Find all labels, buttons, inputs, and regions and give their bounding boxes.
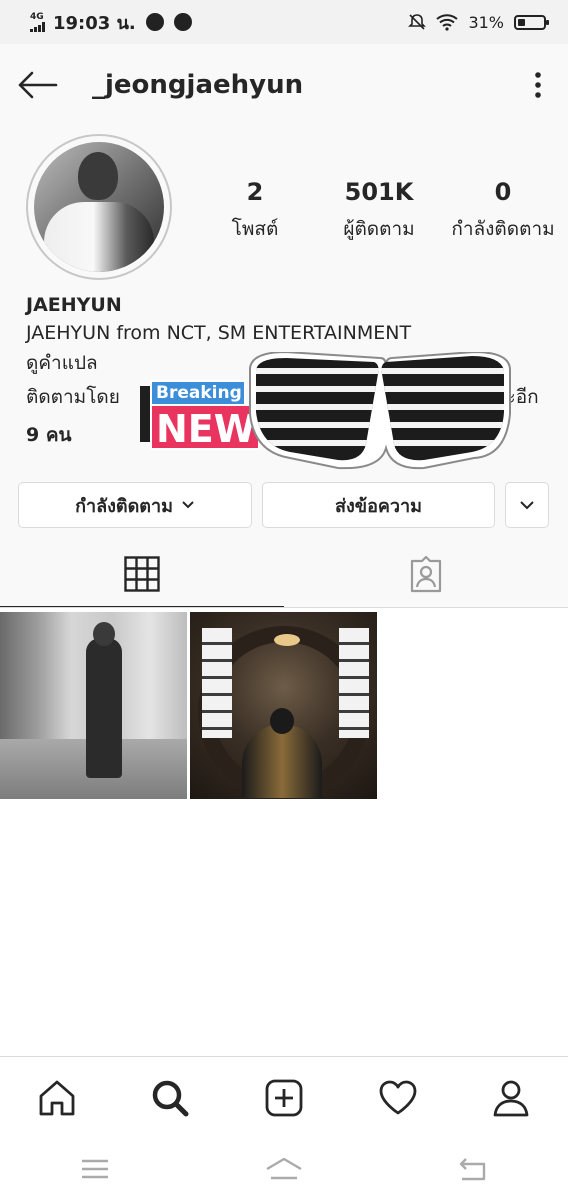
posts-grid: [0, 612, 568, 799]
post-thumbnail[interactable]: [190, 612, 377, 799]
search-icon: [153, 1080, 189, 1117]
nav-activity[interactable]: [341, 1057, 455, 1139]
bottom-navigation: [0, 1056, 568, 1138]
add-post-icon: [265, 1079, 303, 1117]
tab-tagged[interactable]: [284, 540, 568, 608]
news-label: NEWS: [150, 404, 260, 450]
profile-header: _jeongjaehyun: [0, 44, 568, 126]
posts-stat[interactable]: 2 โพสต์: [218, 178, 292, 244]
avatar[interactable]: [26, 134, 172, 280]
post-thumbnail[interactable]: [0, 612, 187, 799]
mute-icon: [408, 14, 427, 30]
followers-count: 501K: [344, 178, 414, 206]
following-stat[interactable]: 0 กำลังติดตาม: [448, 178, 558, 244]
avatar-photo: [34, 142, 164, 272]
nav-profile[interactable]: [454, 1057, 568, 1139]
following-count: 0: [494, 178, 512, 206]
system-menu-button[interactable]: [0, 1138, 189, 1200]
followed-by-prefix: ติดตามโดย: [26, 386, 120, 408]
nav-search[interactable]: [114, 1057, 228, 1139]
tab-posts-grid[interactable]: [0, 540, 284, 608]
battery-icon: [514, 14, 549, 30]
profile-tabs: [0, 540, 568, 608]
chevron-down-icon: [520, 501, 534, 510]
posts-count: 2: [246, 178, 264, 206]
followers-stat[interactable]: 501K ผู้ติดตาม: [320, 178, 438, 244]
following-button-label: กำลังติดตาม: [75, 495, 173, 517]
home-button-icon: [265, 1157, 302, 1180]
messenger-icon: [145, 13, 164, 31]
back-arrow-icon[interactable]: [18, 65, 58, 105]
grid-icon: [124, 556, 160, 592]
battery-percent: 31%: [468, 12, 504, 32]
network-type: 4G: [30, 11, 44, 22]
shutter-shades-sticker: [249, 352, 511, 470]
system-back-button[interactable]: [378, 1138, 567, 1200]
profile-display-name: JAEHYUN: [26, 294, 122, 316]
menu-icon: [81, 1159, 108, 1179]
profile-icon: [493, 1080, 529, 1117]
suggested-accounts-button[interactable]: [505, 482, 549, 528]
following-button[interactable]: กำลังติดตาม: [18, 482, 252, 528]
followers-label: ผู้ติดตาม: [343, 218, 415, 240]
system-home-button[interactable]: [189, 1138, 378, 1200]
profile-stats: 2 โพสต์ 501K ผู้ติดตาม 0 กำลังติดตาม: [218, 178, 558, 244]
system-navigation: [0, 1138, 568, 1200]
signal-icon: 4G: [30, 11, 45, 32]
tagged-icon: [410, 555, 442, 593]
status-bar: 4G 19:03 น. 31%: [0, 0, 568, 44]
bio-text: JAEHYUN from NCT, SM ENTERTAINMENT: [26, 322, 412, 344]
nav-home[interactable]: [0, 1057, 114, 1139]
message-button-label: ส่งข้อความ: [334, 495, 422, 517]
breaking-label: Breaking: [150, 380, 246, 406]
clock: 19:03 น.: [53, 12, 136, 34]
following-label: กำลังติดตาม: [451, 218, 555, 240]
back-button-icon: [459, 1158, 485, 1181]
tabs-divider: [0, 607, 568, 608]
home-icon: [39, 1080, 75, 1116]
nav-add-post[interactable]: [227, 1057, 341, 1139]
message-button[interactable]: ส่งข้อความ: [262, 482, 495, 528]
chevron-down-icon: [182, 501, 194, 509]
profile-username: _jeongjaehyun: [92, 70, 304, 100]
posts-label: โพสต์: [231, 218, 279, 240]
wifi-icon: [436, 14, 459, 31]
more-options-icon[interactable]: [526, 65, 550, 105]
app-icon: [173, 13, 192, 31]
activity-heart-icon: [379, 1080, 416, 1115]
